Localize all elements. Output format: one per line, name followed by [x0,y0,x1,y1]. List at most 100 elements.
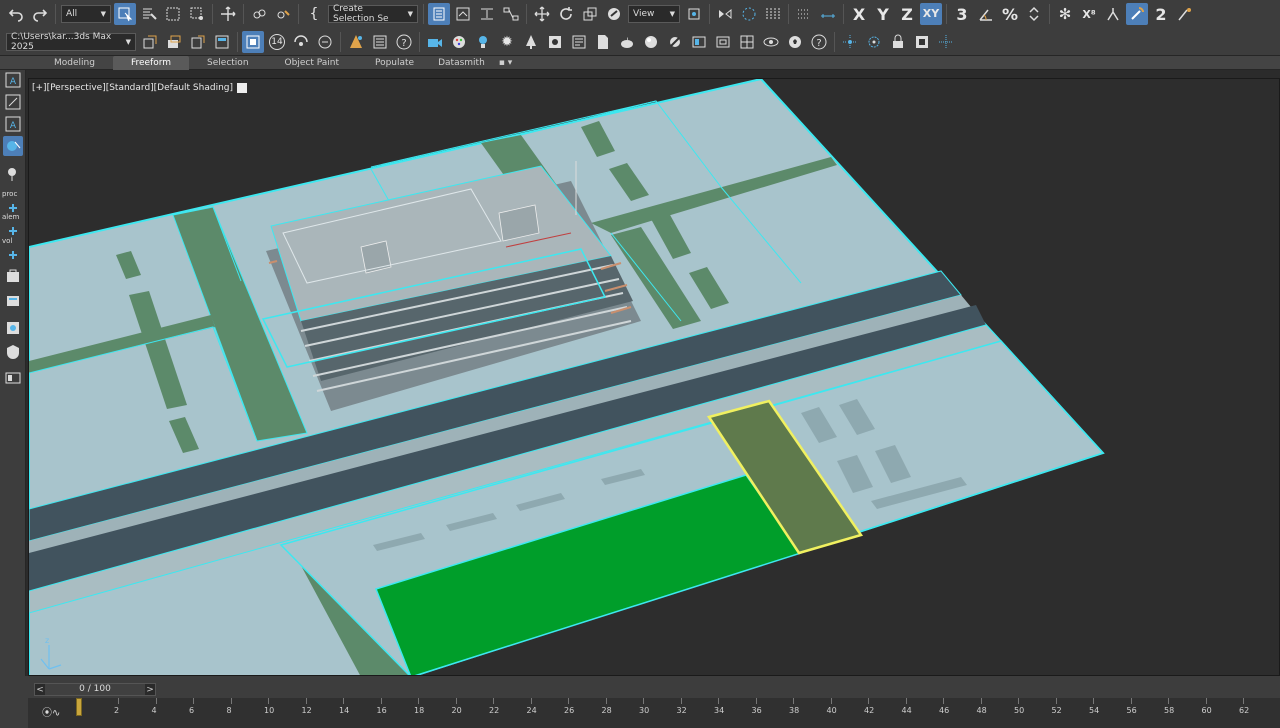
utility-icon[interactable] [3,266,23,286]
tool-icon[interactable] [3,290,23,310]
ribbon-options-icon[interactable]: ▪ ▾ [491,56,520,70]
pivot-center-icon[interactable] [683,3,705,25]
redo-icon[interactable] [29,3,51,25]
time-slider-value[interactable]: 0 / 100 [45,684,145,695]
tab-freeform[interactable]: Freeform [112,55,190,70]
spinner-snap-icon[interactable] [1023,3,1045,25]
axis-z-button[interactable]: Z [896,5,918,24]
unlink-icon[interactable] [272,3,294,25]
snap-options-icon[interactable] [1174,3,1196,25]
sphere-icon[interactable] [640,31,662,53]
place-icon[interactable] [603,3,625,25]
help-icon[interactable]: ? [393,31,415,53]
palette-icon[interactable] [448,31,470,53]
key-filter-icon[interactable]: ⦿∿ [42,704,60,719]
snowflake-icon[interactable]: ✻ [1054,3,1076,25]
tab-modeling[interactable]: Modeling [36,56,113,70]
viewport-label[interactable]: [+][Perspective][Standard][Default Shadi… [32,83,248,93]
render-setup-icon[interactable] [242,30,264,53]
undo-icon[interactable] [5,3,27,25]
array-icon[interactable] [738,3,760,25]
snap-target-icon[interactable] [863,31,885,53]
mirror-icon[interactable] [714,3,736,25]
move-icon[interactable] [217,3,239,25]
shield-icon[interactable] [3,342,23,362]
current-frame-marker[interactable] [76,698,82,716]
angle-snap-icon[interactable] [975,3,997,25]
layer-explorer-icon[interactable] [452,3,474,25]
scene-render[interactable]: z [29,79,1280,676]
ribbon-toggle-icon[interactable] [211,31,233,53]
magnet-snap-icon[interactable] [1126,3,1148,25]
display-panel-icon[interactable] [3,368,23,388]
axis-x-button[interactable]: X [848,5,870,24]
tab-datasmith[interactable]: Datasmith [432,56,491,70]
schematic-view-icon[interactable] [500,3,522,25]
light-icon[interactable] [472,31,494,53]
window-crossing-icon[interactable] [186,3,208,25]
viewport-label-text[interactable]: [+][Perspective][Standard][Default Shadi… [32,83,233,93]
select-by-name-icon[interactable] [138,3,160,25]
frame-buffer-icon[interactable] [688,31,710,53]
add-vol-icon[interactable] [3,243,23,263]
grid-snap-icon[interactable] [793,3,815,25]
shader-icon[interactable] [664,31,686,53]
tab-populate[interactable]: Populate [357,56,432,70]
axis-y-button[interactable]: Y [872,5,894,24]
render-panel-icon[interactable] [3,318,23,338]
scale-icon[interactable] [579,3,601,25]
time-slider[interactable]: < 0 / 100 > [34,683,156,696]
light-pin-icon[interactable] [3,164,23,184]
soccer-ball-icon[interactable] [784,31,806,53]
sun-icon[interactable]: ✹ [496,31,518,53]
named-selection-dropdown[interactable]: Create Selection Se ▼ [328,4,418,24]
grid-view-icon[interactable] [736,31,758,53]
measure-icon[interactable] [817,3,839,25]
rotate-icon[interactable] [555,3,577,25]
eye-icon[interactable] [760,31,782,53]
rect-selection-region-icon[interactable] [162,3,184,25]
render-production-icon[interactable] [290,31,312,53]
create-icon[interactable]: A [3,70,23,90]
snap-toggle-3d-icon[interactable]: 3 [951,3,973,25]
add-alem-icon[interactable] [3,219,23,239]
select-object-icon[interactable] [114,3,136,25]
selection-filter-dropdown[interactable]: All ▼ [61,5,111,23]
time-next-button[interactable]: > [145,685,155,695]
help-circle-icon[interactable]: ? [808,31,830,53]
tree-icon[interactable] [520,31,542,53]
axis-xy-button[interactable]: XY [920,3,942,25]
layer-manager-icon[interactable] [163,31,185,53]
reference-coord-dropdown[interactable]: View ▼ [628,5,680,23]
align-icon[interactable] [476,3,498,25]
snap-2d-icon[interactable]: 2 [1150,3,1172,25]
snap-points-icon[interactable] [839,31,861,53]
named-selection-icon[interactable]: { [303,3,325,25]
spacing-tool-icon[interactable] [762,3,784,25]
tab-selection[interactable]: Selection [189,56,266,70]
render-frame-icon[interactable]: 14 [266,31,288,53]
hierarchy-icon[interactable]: A [3,114,23,134]
document-icon[interactable] [592,31,614,53]
teapot-icon[interactable] [616,31,638,53]
edit-named-sets-icon[interactable] [139,31,161,53]
safe-frame-icon[interactable] [712,31,734,53]
motion-icon[interactable] [3,136,23,156]
link-icon[interactable] [248,3,270,25]
project-path-dropdown[interactable]: C:\Users\kar...3ds Max 2025 ▼ [6,32,136,52]
toggle-scene-explorer-icon[interactable] [187,31,209,53]
lock-selection-icon[interactable] [887,31,909,53]
snap-tool-icon[interactable] [1102,3,1124,25]
snap-xy-icon[interactable]: X⁸ [1078,3,1100,25]
perspective-viewport[interactable]: z [+][Perspective][Standard][Default Sha… [28,78,1280,676]
camera-icon[interactable] [424,31,446,53]
tab-object-paint[interactable]: Object Paint [267,56,357,70]
scene-explorer-icon[interactable] [428,3,450,25]
more-options-icon[interactable] [935,31,957,53]
time-prev-button[interactable]: < [35,685,45,695]
move-gizmo-icon[interactable] [531,3,553,25]
modify-icon[interactable] [3,92,23,112]
track-bar[interactable]: 2 4 6 8 10 12 14 16 18 20 22 24 26 28 30 32 34 36 38 40 42 44… [28,698,1280,728]
align-view-icon[interactable] [369,31,391,53]
render-iterative-icon[interactable] [314,31,336,53]
